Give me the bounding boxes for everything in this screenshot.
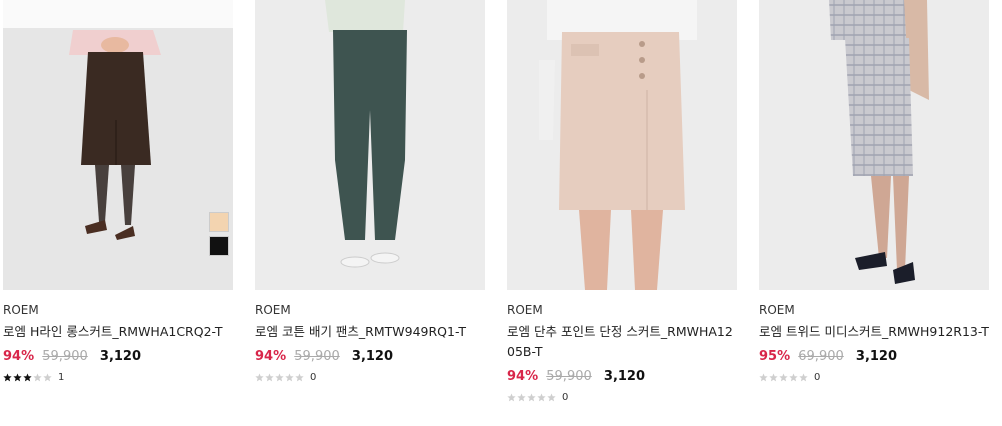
product-title[interactable]: 로엠 단추 포인트 단정 스커트_RMWHA1205B-T	[507, 322, 739, 362]
star-icon	[517, 393, 526, 402]
star-icon	[33, 373, 42, 382]
color-swatch-black[interactable]	[209, 236, 229, 256]
brand-name[interactable]: ROEM	[3, 302, 233, 318]
product-card[interactable]: ROEM 로엠 트위드 미디스커트_RMWH912R13-T 95% 69,90…	[759, 0, 989, 403]
product-photo-tweed-skirt	[759, 0, 989, 290]
product-title[interactable]: 로엠 코튼 배기 팬츠_RMTW949RQ1-T	[255, 322, 487, 342]
discount-rate: 95%	[759, 349, 791, 364]
review-count: 1	[58, 372, 65, 383]
color-swatches	[209, 212, 229, 256]
star-icon	[3, 373, 12, 382]
review-count: 0	[814, 372, 821, 383]
star-rating	[3, 373, 52, 382]
price-row: 94% 59,900 3,120	[3, 348, 233, 366]
star-icon	[789, 373, 798, 382]
star-icon	[507, 393, 516, 402]
sale-price: 3,120	[351, 349, 394, 364]
product-image[interactable]	[255, 0, 485, 290]
star-icon	[13, 373, 22, 382]
rating-row: 0	[759, 372, 989, 383]
star-icon	[537, 393, 546, 402]
product-image[interactable]	[759, 0, 989, 290]
original-price: 69,900	[798, 349, 844, 364]
star-icon	[799, 373, 808, 382]
star-icon	[43, 373, 52, 382]
product-card[interactable]: ROEM 로엠 단추 포인트 단정 스커트_RMWHA1205B-T 94% 5…	[507, 0, 737, 403]
star-icon	[295, 373, 304, 382]
brand-name[interactable]: ROEM	[255, 302, 485, 318]
star-rating	[759, 373, 808, 382]
brand-name[interactable]: ROEM	[507, 302, 737, 318]
star-icon	[769, 373, 778, 382]
color-swatch-beige[interactable]	[209, 212, 229, 232]
review-count: 0	[562, 392, 569, 403]
product-title[interactable]: 로엠 트위드 미디스커트_RMWH912R13-T	[759, 322, 991, 342]
sale-price: 3,120	[99, 349, 142, 364]
rating-row: 1	[3, 372, 233, 383]
product-image[interactable]	[3, 0, 233, 290]
star-icon	[285, 373, 294, 382]
product-title[interactable]: 로엠 H라인 롱스커트_RMWHA1CRQ2-T	[3, 322, 235, 342]
star-icon	[779, 373, 788, 382]
sale-price: 3,120	[603, 369, 646, 384]
product-photo-beige-skirt	[507, 0, 737, 290]
sale-price: 3,120	[855, 349, 898, 364]
original-price: 59,900	[294, 349, 340, 364]
star-icon	[265, 373, 274, 382]
star-rating	[255, 373, 304, 382]
discount-rate: 94%	[3, 349, 35, 364]
star-icon	[23, 373, 32, 382]
product-card[interactable]: ROEM 로엠 코튼 배기 팬츠_RMTW949RQ1-T 94% 59,900…	[255, 0, 485, 403]
star-rating	[507, 393, 556, 402]
original-price: 59,900	[546, 369, 592, 384]
product-image[interactable]	[507, 0, 737, 290]
star-icon	[527, 393, 536, 402]
rating-row: 0	[507, 392, 737, 403]
product-photo-green-pants	[255, 0, 485, 290]
rating-row: 0	[255, 372, 485, 383]
star-icon	[547, 393, 556, 402]
price-row: 95% 69,900 3,120	[759, 348, 989, 366]
star-icon	[275, 373, 284, 382]
product-grid: ROEM 로엠 H라인 롱스커트_RMWHA1CRQ2-T 94% 59,900…	[3, 0, 989, 403]
price-row: 94% 59,900 3,120	[255, 348, 485, 366]
discount-rate: 94%	[255, 349, 287, 364]
review-count: 0	[310, 372, 317, 383]
product-photo-brown-skirt	[3, 28, 233, 290]
product-card[interactable]: ROEM 로엠 H라인 롱스커트_RMWHA1CRQ2-T 94% 59,900…	[3, 0, 233, 403]
brand-name[interactable]: ROEM	[759, 302, 989, 318]
star-icon	[759, 373, 768, 382]
price-row: 94% 59,900 3,120	[507, 368, 737, 386]
original-price: 59,900	[42, 349, 88, 364]
star-icon	[255, 373, 264, 382]
discount-rate: 94%	[507, 369, 539, 384]
